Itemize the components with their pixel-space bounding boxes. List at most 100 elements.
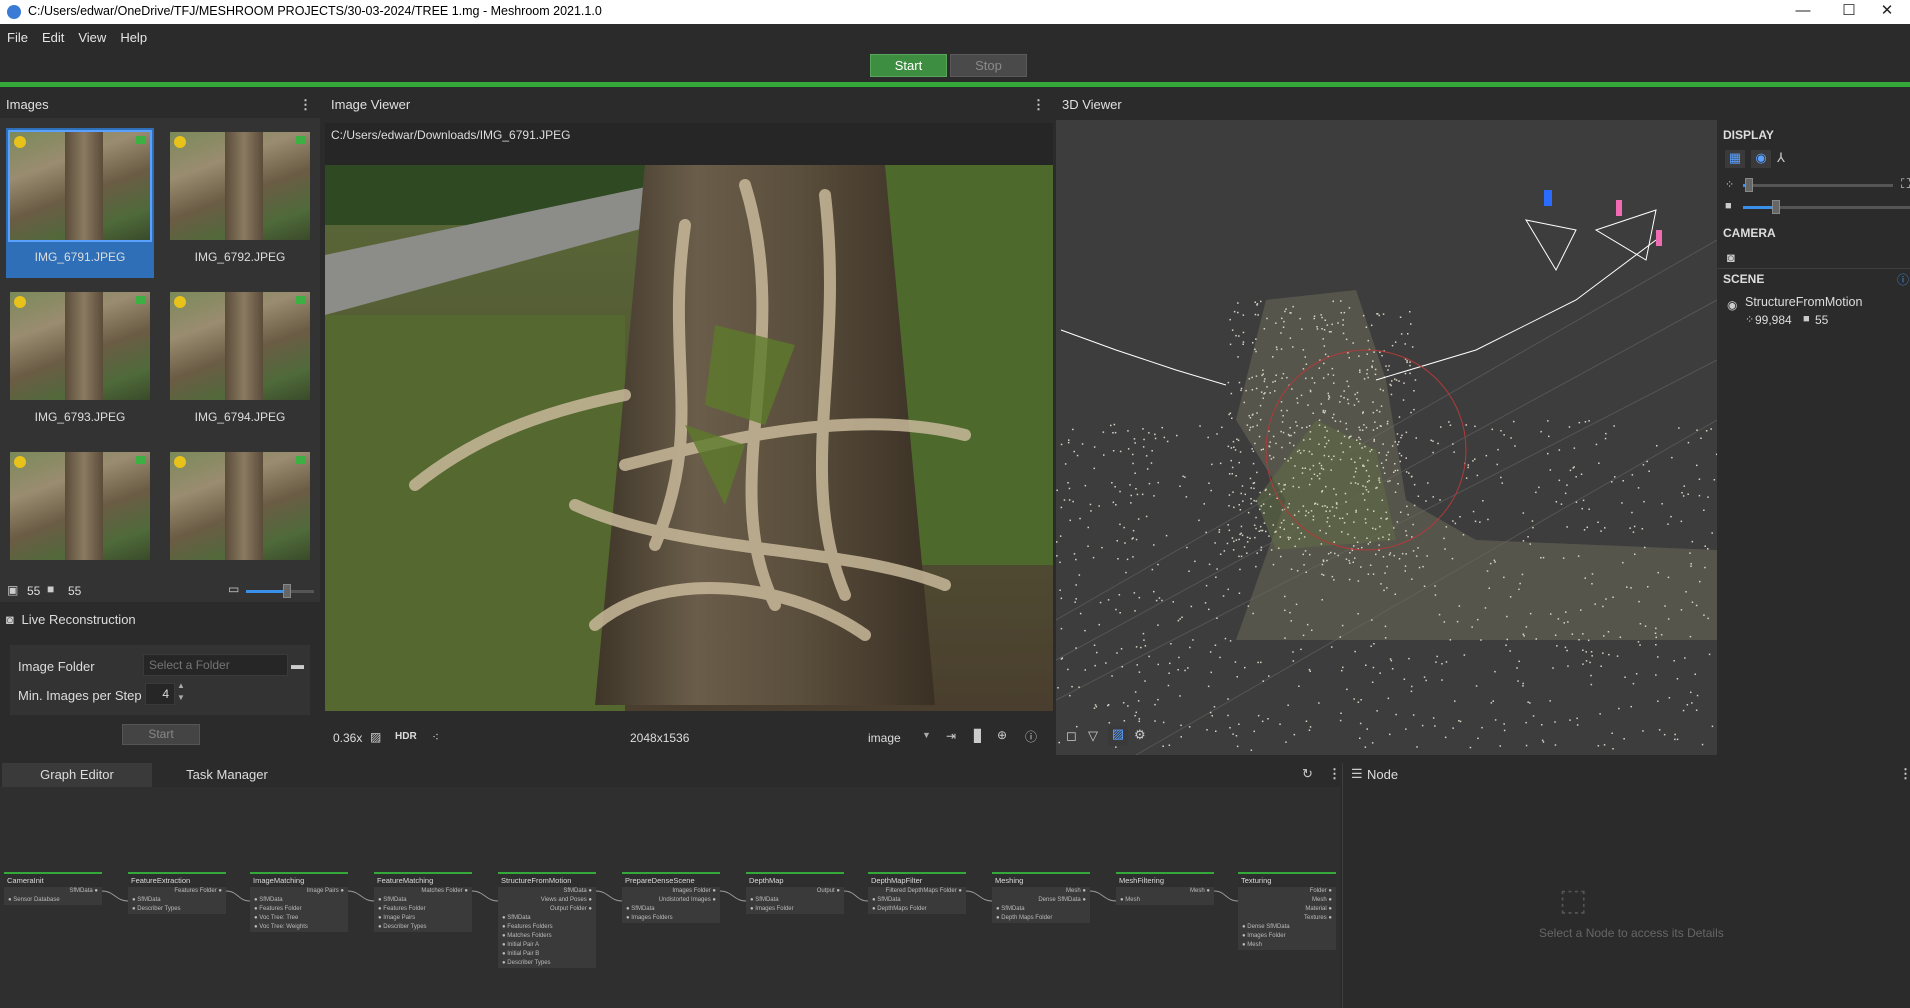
frustum-icon[interactable]: ▽ — [1088, 728, 1098, 744]
node-input-port[interactable]: ● Initial Pair A — [498, 941, 596, 950]
node-output-port[interactable]: Undistorted Images ● — [622, 896, 720, 905]
node-input-port[interactable]: ● Voc Tree: Weights — [250, 923, 348, 932]
point-size-handle[interactable] — [1745, 178, 1753, 192]
graph-node[interactable]: CameraInit SfMData ● ● Sensor Database — [4, 872, 102, 905]
features-icon[interactable]: ⁖ — [432, 730, 439, 744]
node-input-port[interactable]: ● SfMData — [128, 896, 226, 905]
tab-graph-editor[interactable]: Graph Editor — [2, 763, 152, 787]
node-output-port[interactable]: Material ● — [1238, 905, 1336, 914]
node-output-port[interactable]: Dense SfMData ● — [992, 896, 1090, 905]
image-display[interactable] — [325, 165, 1053, 711]
node-output-port[interactable]: Image Pairs ● — [250, 887, 348, 896]
color-grading-icon[interactable]: ▨ — [370, 730, 381, 744]
scene-item-name[interactable]: StructureFromMotion — [1745, 295, 1862, 309]
more-options-icon[interactable]: ⋮ — [299, 92, 312, 118]
camera-icon[interactable]: ◙ — [1727, 250, 1735, 265]
chevron-down-icon[interactable]: ▼ — [922, 730, 931, 740]
fit-view-icon[interactable]: ⛶ — [1901, 176, 1910, 192]
start-button[interactable]: Start — [870, 54, 947, 77]
fit-icon[interactable]: ⇥ — [946, 729, 956, 743]
node-input-port[interactable]: ● Features Folder — [250, 905, 348, 914]
minimize-button[interactable]: — — [1780, 0, 1826, 24]
node-input-port[interactable]: ● Describer Types — [128, 905, 226, 914]
menu-help[interactable]: Help — [113, 24, 154, 51]
graph-node[interactable]: Texturing Folder ● Mesh ● Material ● Texture… — [1238, 872, 1336, 950]
image-mode-select[interactable]: image — [868, 731, 901, 745]
node-input-port[interactable]: ● Dense SfMData — [1238, 923, 1336, 932]
thumbnail-size-handle[interactable] — [282, 584, 291, 598]
graph-node[interactable]: StructureFromMotion SfMData ● Views and Po… — [498, 872, 596, 968]
refresh-icon[interactable]: ↻ — [1302, 766, 1313, 782]
node-input-port[interactable]: ● Images Folder — [1238, 932, 1336, 941]
node-input-port[interactable]: ● Sensor Database — [4, 896, 102, 905]
live-start-button[interactable]: Start — [122, 724, 200, 745]
spin-up-icon[interactable]: ▲ — [177, 681, 185, 690]
node-output-port[interactable]: Mesh ● — [1238, 896, 1336, 905]
globe-icon[interactable]: ⊕ — [997, 728, 1007, 742]
thumbnail[interactable]: IMG_6794.JPEG — [166, 288, 314, 438]
more-options-icon[interactable]: ⋮ — [1899, 766, 1910, 782]
stop-button[interactable]: Stop — [950, 54, 1027, 77]
graph-node[interactable]: DepthMapFilter Filtered DepthMaps Folder … — [868, 872, 966, 914]
add-media-icon[interactable]: ⓘ — [1897, 271, 1909, 288]
spin-down-icon[interactable]: ▼ — [177, 693, 185, 702]
graph-node[interactable]: FeatureExtraction Features Folder ● ● SfMD… — [128, 872, 226, 914]
node-input-port[interactable]: ● Features Folders — [498, 923, 596, 932]
point-size-slider[interactable] — [1743, 184, 1893, 187]
graph-node[interactable]: Meshing Mesh ● Dense SfMData ● ● SfMData ● D… — [992, 872, 1090, 923]
tab-task-manager[interactable]: Task Manager — [152, 763, 302, 787]
render-mode-icon[interactable]: ▨ — [1108, 726, 1128, 746]
thumbnail[interactable]: IMG_6791.JPEG — [6, 128, 154, 278]
node-output-port[interactable]: Output ● — [746, 887, 844, 896]
hdr-toggle[interactable]: HDR — [395, 731, 417, 742]
live-reconstruction-header[interactable]: ◙ Live Reconstruction — [0, 607, 320, 633]
node-input-port[interactable]: ● SfMData — [992, 905, 1090, 914]
camera-scale-handle[interactable] — [1772, 200, 1781, 214]
node-input-port[interactable]: ● Voc Tree: Tree — [250, 914, 348, 923]
node-output-port[interactable]: Output Folder ● — [498, 905, 596, 914]
node-input-port[interactable]: ● SfMData — [498, 914, 596, 923]
node-input-port[interactable]: ● Images Folder — [746, 905, 844, 914]
menu-file[interactable]: File — [0, 24, 35, 51]
graph-node[interactable]: PrepareDenseScene Images Folder ● Undistor… — [622, 872, 720, 923]
graph-node[interactable]: FeatureMatching Matches Folder ● ● SfMData… — [374, 872, 472, 932]
node-output-port[interactable]: Views and Poses ● — [498, 896, 596, 905]
node-output-port[interactable]: SfMData ● — [498, 887, 596, 896]
node-input-port[interactable]: ● SfMData — [374, 896, 472, 905]
camera-scale-slider[interactable] — [1743, 206, 1910, 209]
node-input-port[interactable]: ● Mesh — [1238, 941, 1336, 950]
info-icon[interactable]: ⓘ — [1025, 728, 1037, 745]
node-input-port[interactable]: ● SfMData — [746, 896, 844, 905]
bounding-box-icon[interactable]: ◻ — [1066, 728, 1077, 744]
node-input-port[interactable]: ● SfMData — [868, 896, 966, 905]
thumbnail[interactable]: IMG_6792.JPEG — [166, 128, 314, 278]
3d-scene[interactable] — [1056, 120, 1717, 755]
node-output-port[interactable]: Filtered DepthMaps Folder ● — [868, 887, 966, 896]
node-input-port[interactable]: ● Mesh — [1116, 896, 1214, 905]
gizmo-icon[interactable]: ◉ — [1751, 150, 1771, 168]
node-input-port[interactable]: ● Describer Types — [374, 923, 472, 932]
node-input-port[interactable]: ● Describer Types — [498, 959, 596, 968]
graph-node[interactable]: DepthMap Output ● ● SfMData ● Images Folder — [746, 872, 844, 914]
visibility-eye-icon[interactable]: ◉ — [1727, 298, 1737, 312]
node-input-port[interactable]: ● Initial Pair B — [498, 950, 596, 959]
node-output-port[interactable]: Textures ● — [1238, 914, 1336, 923]
menu-view[interactable]: View — [71, 24, 113, 51]
settings-icon[interactable]: ⚙ — [1134, 727, 1146, 743]
node-output-port[interactable]: Mesh ● — [1116, 887, 1214, 896]
node-input-port[interactable]: ● DepthMaps Folder — [868, 905, 966, 914]
image-folder-input[interactable] — [143, 654, 288, 676]
more-options-icon[interactable]: ⋮ — [1032, 92, 1045, 118]
graph-node[interactable]: MeshFiltering Mesh ● ● Mesh — [1116, 872, 1214, 905]
more-options-icon[interactable]: ⋮ — [1328, 766, 1341, 782]
node-output-port[interactable]: Images Folder ● — [622, 887, 720, 896]
graph-node[interactable]: ImageMatching Image Pairs ● ● SfMData ● Fea… — [250, 872, 348, 932]
histogram-icon[interactable]: ▊ — [974, 729, 983, 743]
thumbnail[interactable] — [6, 448, 154, 598]
thumbnail[interactable]: IMG_6793.JPEG — [6, 288, 154, 438]
thumbnail-size-slider[interactable] — [246, 590, 314, 593]
folder-icon[interactable]: ▬ — [291, 657, 304, 672]
node-input-port[interactable]: ● SfMData — [250, 896, 348, 905]
node-output-port[interactable]: Mesh ● — [992, 887, 1090, 896]
node-output-port[interactable]: Folder ● — [1238, 887, 1336, 896]
